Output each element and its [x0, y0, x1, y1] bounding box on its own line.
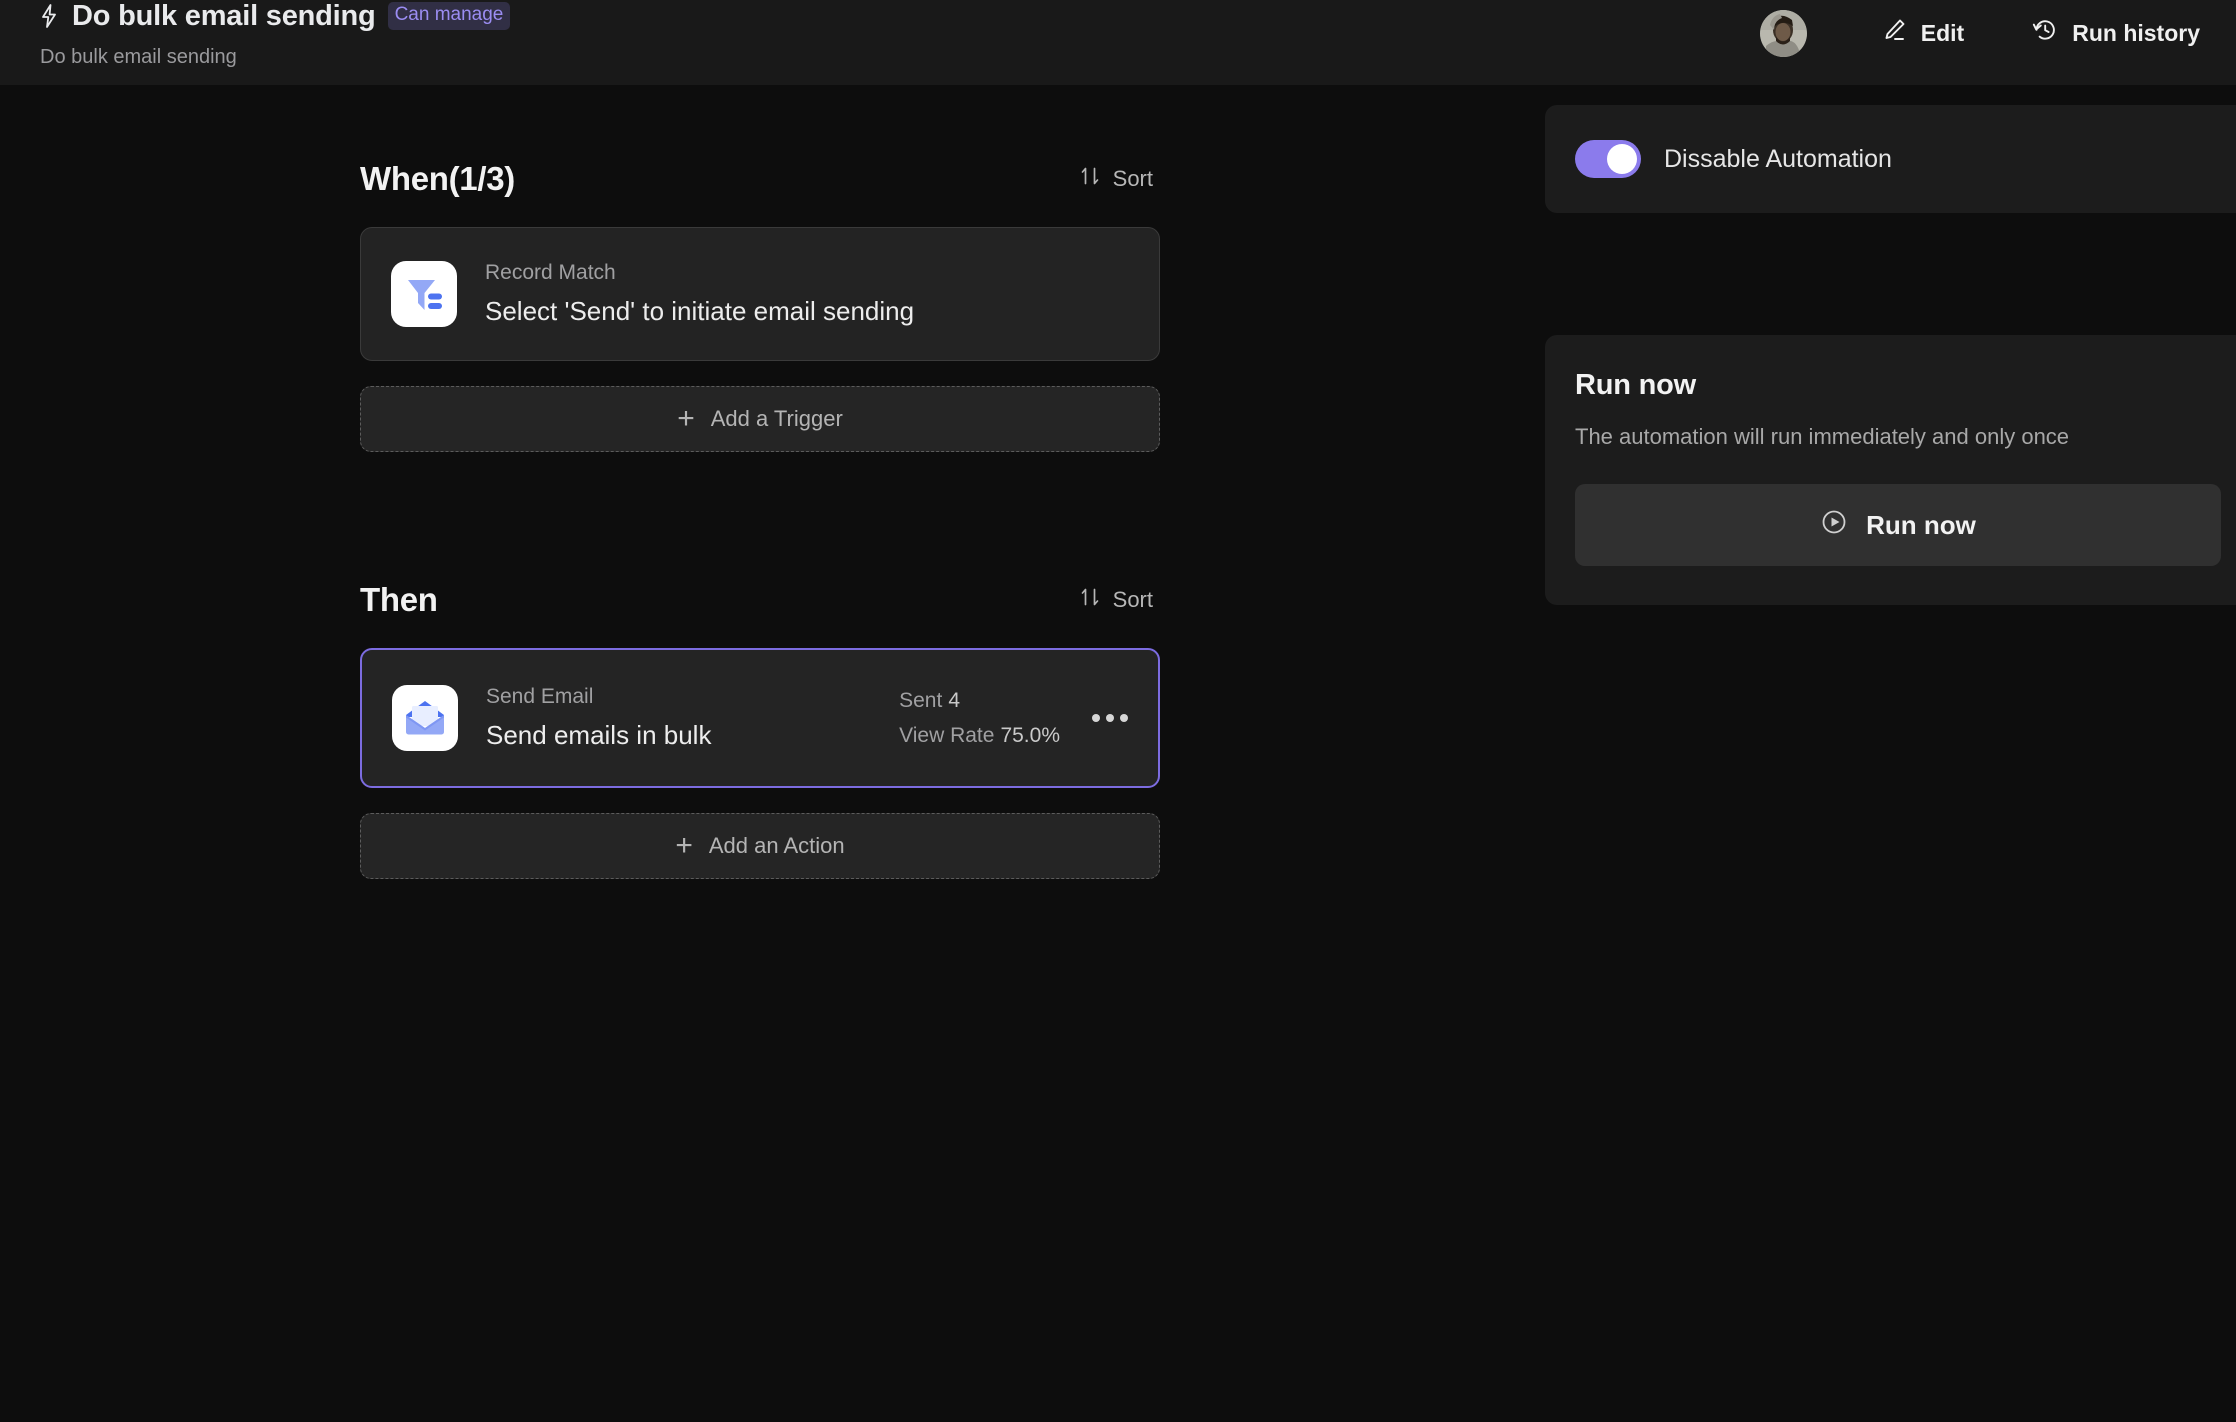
when-sort-button[interactable]: Sort: [1075, 161, 1157, 197]
pencil-icon: [1881, 17, 1907, 49]
action-card-title: Send emails in bulk: [486, 720, 712, 750]
action-card-send-email[interactable]: Send Email Send emails in bulk Sent 4 Vie…: [360, 648, 1160, 788]
trigger-card-kicker: Record Match: [485, 261, 616, 284]
title-row: Do bulk email sending Can manage: [38, 0, 511, 36]
edit-button[interactable]: Edit: [1875, 9, 1970, 57]
header-actions: Edit Run history: [1759, 0, 2206, 66]
then-sort-button[interactable]: Sort: [1075, 582, 1157, 618]
run-now-button-label: Run now: [1866, 509, 1976, 540]
when-section: When(1/3) Sort Record Match Select 'Send…: [360, 157, 1160, 452]
open-envelope-icon: [392, 685, 458, 751]
stat-view-rate-value: 75.0%: [1000, 723, 1060, 747]
trigger-card-title: Select 'Send' to initiate email sending: [485, 296, 915, 326]
disable-automation-toggle[interactable]: [1575, 140, 1641, 178]
when-section-title: When(1/3): [360, 160, 515, 197]
stat-view-rate: View Rate 75.0%: [899, 724, 1060, 748]
add-trigger-button[interactable]: + Add a Trigger: [360, 386, 1160, 452]
edit-button-label: Edit: [1920, 19, 1965, 46]
page-subtitle: Do bulk email sending: [40, 46, 237, 68]
right-sidebar: Dissable Automation Run now The automati…: [1545, 85, 2236, 1422]
header-title-block: Do bulk email sending Can manage Do bulk…: [38, 0, 511, 69]
sort-arrows-icon: [1079, 165, 1101, 193]
action-card-kicker: Send Email: [486, 685, 594, 708]
add-action-button[interactable]: + Add an Action: [360, 813, 1160, 879]
sort-arrows-icon: [1079, 586, 1101, 614]
history-clock-icon: [2032, 17, 2058, 49]
plus-icon: +: [677, 402, 695, 435]
lightning-bolt-icon: [38, 3, 60, 29]
action-card-text: Send Email Send emails in bulk: [486, 685, 711, 751]
disable-automation-label: Dissable Automation: [1664, 144, 1892, 173]
then-section: Then Sort Send Email Send emails in bulk…: [360, 578, 1160, 879]
filter-funnel-icon: [391, 261, 457, 327]
run-now-panel: Run now The automation will run immediat…: [1545, 335, 2236, 605]
avatar[interactable]: [1759, 9, 1807, 57]
then-sort-label: Sort: [1112, 587, 1153, 612]
plus-icon: +: [675, 829, 693, 862]
run-history-button-label: Run history: [2072, 19, 2200, 46]
add-action-label: Add an Action: [708, 833, 845, 858]
trigger-card-text: Record Match Select 'Send' to initiate e…: [485, 261, 914, 327]
add-trigger-label: Add a Trigger: [710, 406, 843, 431]
stat-sent-label: Sent: [899, 688, 943, 712]
action-card-stats: Sent 4 View Rate 75.0%: [899, 689, 1060, 748]
stat-sent: Sent 4: [899, 689, 1060, 713]
trigger-card-record-match[interactable]: Record Match Select 'Send' to initiate e…: [360, 227, 1160, 361]
stat-sent-value: 4: [948, 688, 960, 712]
ellipsis-icon[interactable]: [1088, 698, 1132, 738]
when-section-header: When(1/3) Sort: [360, 157, 1160, 201]
app-header: Do bulk email sending Can manage Do bulk…: [0, 0, 2236, 85]
run-now-button[interactable]: Run now: [1575, 484, 2221, 566]
run-now-panel-title: Run now: [1575, 369, 1697, 401]
toggle-knob: [1607, 144, 1637, 174]
run-now-panel-description: The automation will run immediately and …: [1575, 424, 2070, 449]
when-sort-label: Sort: [1112, 166, 1153, 191]
then-section-header: Then Sort: [360, 578, 1160, 622]
then-section-title: Then: [360, 581, 438, 618]
disable-automation-panel: Dissable Automation: [1545, 105, 2236, 213]
stat-view-rate-label: View Rate: [899, 723, 995, 747]
run-history-button[interactable]: Run history: [2026, 9, 2206, 57]
automation-canvas: When(1/3) Sort Record Match Select 'Send…: [0, 85, 1545, 1422]
permission-badge: Can manage: [387, 2, 511, 30]
page-title: Do bulk email sending: [72, 0, 376, 32]
play-circle-icon: [1820, 508, 1848, 543]
